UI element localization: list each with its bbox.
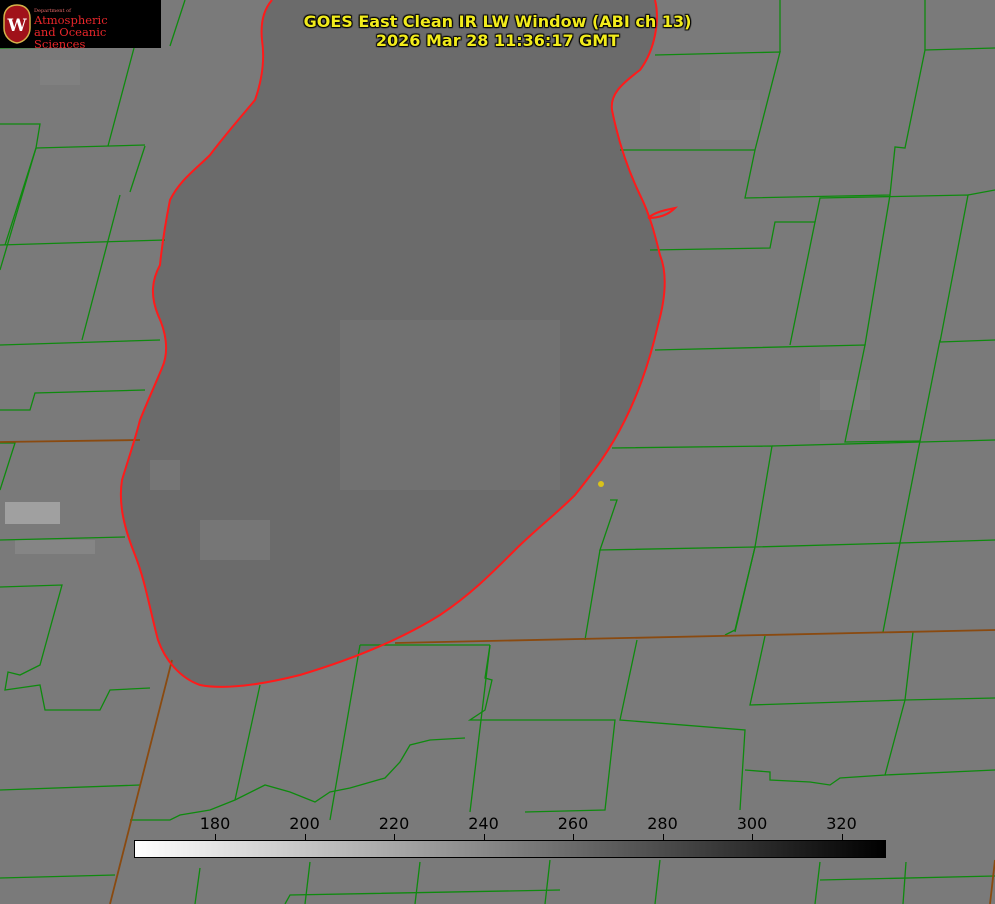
colorbar-tick-mark: [304, 834, 306, 840]
colorbar-tick-label: 180: [199, 814, 231, 833]
colorbar-tick-label: 320: [826, 814, 857, 833]
logo-text: Department of Atmospheric and Oceanic Sc…: [34, 8, 161, 50]
colorbar-tick-mark: [573, 834, 574, 840]
colorbar-tick-label: 200: [289, 814, 320, 833]
colorbar-tick-mark: [662, 834, 664, 840]
location-marker: [598, 481, 604, 487]
colorbar-tick-label: 240: [468, 814, 499, 833]
colorbar-tick-mark: [215, 834, 216, 840]
colorbar-tick-mark: [394, 834, 395, 840]
university-logo: W Department of Atmospheric and Oceanic …: [0, 0, 161, 50]
colorbar-tick-mark: [483, 834, 485, 840]
satellite-map-view: GOES East Clean IR LW Window (ABI ch 13)…: [0, 0, 995, 904]
colorbar-tick-label: 260: [557, 814, 589, 833]
colorbar-tick-mark: [752, 834, 753, 840]
seal-letter: W: [6, 16, 27, 36]
uw-seal-icon: W: [3, 4, 31, 44]
logo-line-2: and Oceanic Sciences: [34, 25, 107, 51]
temperature-colorbar: [134, 840, 886, 858]
colorbar-tick-label: 220: [378, 814, 410, 833]
colorbar-tick-label: 300: [736, 814, 768, 833]
colorbar-tick-mark: [841, 834, 843, 840]
colorbar-tick-label: 280: [647, 814, 678, 833]
satellite-image: [0, 0, 995, 904]
